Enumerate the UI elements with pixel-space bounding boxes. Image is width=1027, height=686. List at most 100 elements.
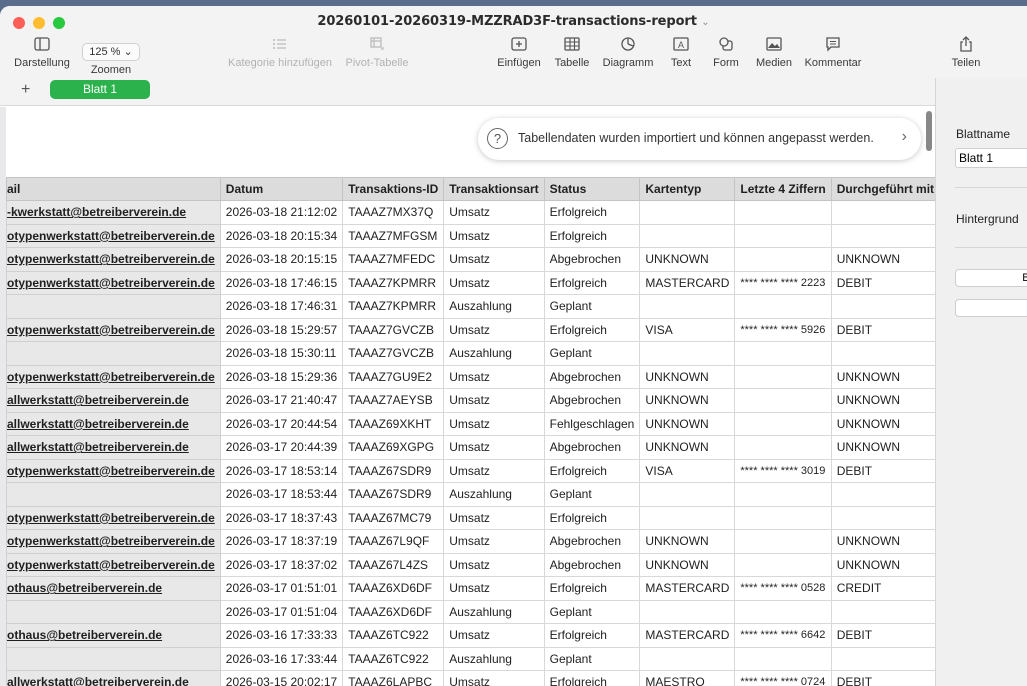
cell-kartentyp[interactable]: UNKNOWN: [639, 529, 736, 554]
table-row[interactable]: -kwerkstatt@betreiberverein.de 2026-03-18…: [6, 200, 935, 225]
cell-email[interactable]: otypenwerkstatt@betreiberverein.de: [6, 247, 221, 272]
cell-status[interactable]: Abgebrochen: [543, 247, 641, 272]
cell-transaktions-id[interactable]: TAAAZ67L4ZS: [342, 552, 445, 577]
cell-transaktions-id[interactable]: TAAAZ7MFGSM: [342, 223, 445, 248]
cell-status[interactable]: Geplant: [543, 599, 641, 624]
cell-transaktionsart[interactable]: Umsatz: [443, 388, 545, 413]
cell-letzte-4-ziffern[interactable]: [734, 529, 832, 554]
cell-email[interactable]: [6, 294, 221, 319]
cell-kartentyp[interactable]: [639, 599, 736, 624]
cell-letzte-4-ziffern[interactable]: [734, 482, 832, 507]
cell-transaktionsart[interactable]: Auszahlung: [443, 341, 545, 366]
cell-kartentyp[interactable]: MASTERCARD: [639, 576, 736, 601]
cell-datum[interactable]: 2026-03-16 17:33:33: [219, 623, 344, 648]
cell-durchgefuehrt-mit[interactable]: DEBIT: [830, 623, 935, 648]
cell-datum[interactable]: 2026-03-18 20:15:34: [219, 223, 344, 248]
cell-durchgefuehrt-mit[interactable]: UNKNOWN: [830, 552, 935, 577]
cell-email[interactable]: allwerkstatt@betreiberverein.de: [6, 411, 221, 436]
cell-status[interactable]: Abgebrochen: [543, 435, 641, 460]
cell-kartentyp[interactable]: UNKNOWN: [639, 364, 736, 389]
zoom-select[interactable]: 125 % ⌄: [82, 43, 140, 61]
cell-transaktionsart[interactable]: Umsatz: [443, 529, 545, 554]
cell-datum[interactable]: 2026-03-17 18:37:43: [219, 505, 344, 530]
sidebar-button-2[interactable]: [955, 299, 1027, 317]
cell-status[interactable]: Erfolgreich: [543, 270, 641, 295]
column-header-transaktionsart[interactable]: Transaktionsart: [443, 177, 545, 201]
cell-datum[interactable]: 2026-03-17 18:37:02: [219, 552, 344, 577]
cell-letzte-4-ziffern[interactable]: **** **** **** 6642: [734, 623, 832, 648]
cell-durchgefuehrt-mit[interactable]: UNKNOWN: [830, 247, 935, 272]
cell-letzte-4-ziffern[interactable]: **** **** **** 0724: [734, 670, 832, 686]
cell-datum[interactable]: 2026-03-17 18:37:19: [219, 529, 344, 554]
column-header-kartentyp[interactable]: Kartentyp: [639, 177, 736, 201]
cell-transaktions-id[interactable]: TAAAZ69XKHT: [342, 411, 445, 436]
table-row[interactable]: 2026-03-16 17:33:44 TAAAZ6TC922 Auszahlung…: [6, 646, 935, 671]
cell-kartentyp[interactable]: UNKNOWN: [639, 411, 736, 436]
cell-kartentyp[interactable]: UNKNOWN: [639, 435, 736, 460]
column-header-datum[interactable]: Datum: [219, 177, 344, 201]
cell-email[interactable]: otypenwerkstatt@betreiberverein.de: [6, 552, 221, 577]
cell-email[interactable]: otypenwerkstatt@betreiberverein.de: [6, 317, 221, 342]
cell-durchgefuehrt-mit[interactable]: DEBIT: [830, 670, 935, 686]
cell-letzte-4-ziffern[interactable]: [734, 388, 832, 413]
table-row[interactable]: 2026-03-17 18:53:44 TAAAZ67SDR9 Auszahlung…: [6, 482, 935, 507]
cell-transaktionsart[interactable]: Auszahlung: [443, 294, 545, 319]
cell-transaktions-id[interactable]: TAAAZ69XGPG: [342, 435, 445, 460]
table-row[interactable]: otypenwerkstatt@betreiberverein.de 2026-0…: [6, 317, 935, 342]
cell-datum[interactable]: 2026-03-17 01:51:01: [219, 576, 344, 601]
cell-durchgefuehrt-mit[interactable]: UNKNOWN: [830, 411, 935, 436]
table-row[interactable]: allwerkstatt@betreiberverein.de 2026-03-1…: [6, 411, 935, 436]
cell-kartentyp[interactable]: VISA: [639, 458, 736, 483]
column-header-email[interactable]: ail: [6, 177, 221, 201]
cell-email[interactable]: [6, 599, 221, 624]
cell-kartentyp[interactable]: MASTERCARD: [639, 270, 736, 295]
cell-letzte-4-ziffern[interactable]: [734, 247, 832, 272]
cell-letzte-4-ziffern[interactable]: [734, 411, 832, 436]
darstellung-button[interactable]: Darstellung: [12, 36, 72, 69]
cell-durchgefuehrt-mit[interactable]: DEBIT: [830, 458, 935, 483]
cell-kartentyp[interactable]: [639, 341, 736, 366]
cell-durchgefuehrt-mit[interactable]: [830, 482, 935, 507]
cell-letzte-4-ziffern[interactable]: [734, 435, 832, 460]
cell-transaktions-id[interactable]: TAAAZ7MX37Q: [342, 200, 445, 225]
cell-email[interactable]: othaus@betreiberverein.de: [6, 576, 221, 601]
cell-kartentyp[interactable]: [639, 505, 736, 530]
cell-durchgefuehrt-mit[interactable]: [830, 505, 935, 530]
column-header-durchgefuehrt-mit[interactable]: Durchgeführt mit: [830, 177, 935, 201]
cell-email[interactable]: otypenwerkstatt@betreiberverein.de: [6, 458, 221, 483]
table-row[interactable]: othaus@betreiberverein.de 2026-03-17 01:5…: [6, 576, 935, 601]
cell-transaktionsart[interactable]: Auszahlung: [443, 482, 545, 507]
import-notice[interactable]: ? Tabellendaten wurden importiert und kö…: [478, 118, 921, 160]
cell-transaktions-id[interactable]: TAAAZ67SDR9: [342, 482, 445, 507]
table-row[interactable]: otypenwerkstatt@betreiberverein.de 2026-0…: [6, 364, 935, 389]
cell-durchgefuehrt-mit[interactable]: DEBIT: [830, 270, 935, 295]
table-row[interactable]: 2026-03-17 01:51:04 TAAAZ6XD6DF Auszahlung…: [6, 599, 935, 624]
cell-datum[interactable]: 2026-03-15 20:02:17: [219, 670, 344, 686]
cell-status[interactable]: Erfolgreich: [543, 200, 641, 225]
zoom-control[interactable]: 125 % ⌄ Zoomen: [80, 43, 142, 76]
kategorie-button[interactable]: Kategorie hinzufügen: [225, 36, 335, 69]
cell-kartentyp[interactable]: [639, 223, 736, 248]
cell-datum[interactable]: 2026-03-18 21:12:02: [219, 200, 344, 225]
table-row[interactable]: 2026-03-18 15:30:11 TAAAZ7GVCZB Auszahlung…: [6, 341, 935, 366]
cell-datum[interactable]: 2026-03-17 18:53:14: [219, 458, 344, 483]
table-row[interactable]: otypenwerkstatt@betreiberverein.de 2026-0…: [6, 223, 935, 248]
cell-datum[interactable]: 2026-03-17 20:44:54: [219, 411, 344, 436]
cell-email[interactable]: allwerkstatt@betreiberverein.de: [6, 388, 221, 413]
cell-transaktions-id[interactable]: TAAAZ67MC79: [342, 505, 445, 530]
cell-durchgefuehrt-mit[interactable]: [830, 200, 935, 225]
column-header-transaktions-id[interactable]: Transaktions-ID: [342, 177, 445, 201]
sheet-canvas[interactable]: ? Tabellendaten wurden importiert und kö…: [6, 107, 935, 686]
cell-status[interactable]: Erfolgreich: [543, 576, 641, 601]
cell-transaktionsart[interactable]: Umsatz: [443, 270, 545, 295]
cell-status[interactable]: Erfolgreich: [543, 317, 641, 342]
cell-status[interactable]: Erfolgreich: [543, 670, 641, 686]
medien-button[interactable]: Medien: [752, 36, 796, 69]
cell-status[interactable]: Abgebrochen: [543, 529, 641, 554]
cell-kartentyp[interactable]: [639, 646, 736, 671]
cell-transaktionsart[interactable]: Umsatz: [443, 505, 545, 530]
cell-transaktions-id[interactable]: TAAAZ6TC922: [342, 646, 445, 671]
cell-letzte-4-ziffern[interactable]: [734, 646, 832, 671]
cell-letzte-4-ziffern[interactable]: [734, 364, 832, 389]
cell-datum[interactable]: 2026-03-18 20:15:15: [219, 247, 344, 272]
